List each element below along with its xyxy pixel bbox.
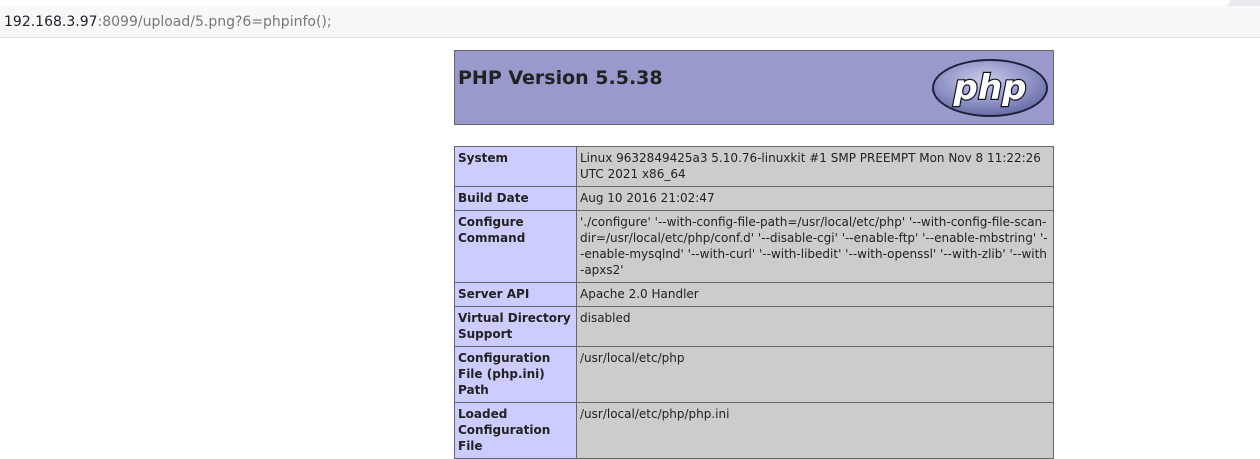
php-version-title: PHP Version 5.5.38	[458, 67, 663, 89]
row-key: Configuration File (php.ini) Path	[454, 346, 577, 403]
row-key: Server API	[454, 282, 577, 307]
row-value: /usr/local/etc/php/php.ini	[576, 402, 1054, 459]
url-path: :8099/upload/5.png?6=phpinfo();	[97, 14, 332, 30]
table-row: Configuration File (php.ini) Path/usr/lo…	[454, 346, 1054, 403]
phpinfo-header: PHP Version 5.5.38 php	[454, 50, 1054, 125]
row-value: disabled	[576, 306, 1054, 347]
row-key: System	[454, 146, 577, 187]
table-row: Server API Apache 2.0 Handler	[454, 282, 1054, 307]
table-row: System Linux 9632849425a3 5.10.76-linuxki…	[454, 146, 1054, 187]
row-value: /usr/local/etc/php	[576, 346, 1054, 403]
php-logo-text: php	[953, 68, 1027, 108]
table-row: Loaded Configuration File/usr/local/etc/…	[454, 402, 1054, 459]
row-key: Configure Command	[454, 210, 577, 283]
table-row: Virtual Directory Support disabled	[454, 306, 1054, 347]
address-bar[interactable]: 192.168.3.97:8099/upload/5.png?6=phpinfo…	[0, 6, 1260, 38]
php-logo: php	[932, 59, 1048, 117]
row-value: Linux 9632849425a3 5.10.76-linuxkit #1 S…	[576, 146, 1054, 187]
row-value: Apache 2.0 Handler	[576, 282, 1054, 307]
row-key: Virtual Directory Support	[454, 306, 577, 347]
row-key: Build Date	[454, 186, 577, 211]
table-row: Build Date Aug 10 2016 21:02:47	[454, 186, 1054, 211]
url-text[interactable]: 192.168.3.97:8099/upload/5.png?6=phpinfo…	[4, 14, 332, 30]
url-host: 192.168.3.97	[4, 14, 98, 30]
row-value: Aug 10 2016 21:02:47	[576, 186, 1054, 211]
page-content: PHP Version 5.5.38 php System Linux 96328…	[0, 39, 1260, 459]
row-key: Loaded Configuration File	[454, 402, 577, 459]
phpinfo-table: System Linux 9632849425a3 5.10.76-linuxki…	[454, 146, 1054, 459]
row-value: './configure' '--with-config-file-path=/…	[576, 210, 1054, 283]
table-row: Configure Command './configure' '--with-c…	[454, 210, 1054, 283]
